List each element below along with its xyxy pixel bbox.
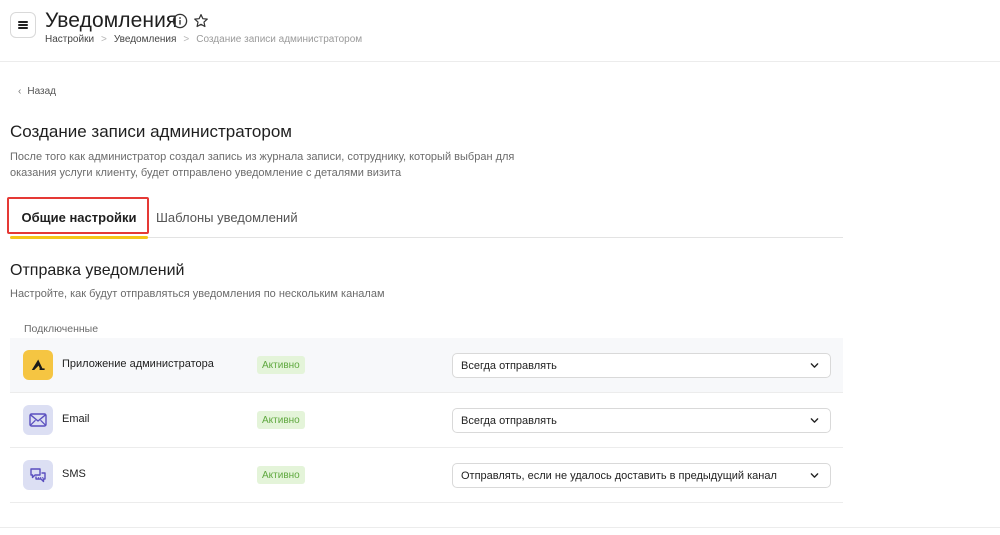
menu-button[interactable] (10, 12, 36, 38)
status-badge: Активно (257, 466, 305, 484)
section-description: После того как администратор создал запи… (10, 151, 515, 179)
star-icon[interactable] (193, 13, 209, 29)
breadcrumb-item-notifications[interactable]: Уведомления (114, 34, 177, 45)
status-badge: Активно (257, 356, 305, 374)
channel-name: SMS (62, 468, 86, 480)
info-icon[interactable] (172, 13, 188, 29)
breadcrumb-item-settings[interactable]: Настройки (45, 34, 94, 45)
select-value: Всегда отправлять (461, 414, 557, 427)
chevron-down-icon (810, 363, 819, 368)
send-mode-select[interactable]: Отправлять, если не удалось доставить в … (452, 463, 831, 488)
channel-name: Приложение администратора (62, 358, 214, 370)
sending-title: Отправка уведомлений (10, 262, 185, 279)
hamburger-icon (18, 21, 28, 29)
section-title: Создание записи администратором (10, 122, 292, 141)
breadcrumb-separator-icon: > (101, 34, 107, 45)
breadcrumb-separator-icon: > (183, 34, 190, 45)
send-mode-select[interactable]: Всегда отправлять (452, 353, 831, 378)
select-value: Всегда отправлять (461, 359, 557, 372)
channel-row-sms: SMS Активно Отправлять, если не удалось … (10, 448, 843, 503)
envelope-icon (23, 405, 53, 435)
channel-list: Приложение администратора Активно Всегда… (10, 338, 843, 503)
connected-label: Подключенные (24, 323, 99, 335)
breadcrumb: Настройки > Уведомления > Создание запис… (45, 34, 362, 45)
tab-general-settings[interactable]: Общие настройки (10, 198, 148, 239)
tab-label: Шаблоны уведомлений (156, 210, 298, 225)
page-header: Уведомления Настройки > Уведомления > Со… (0, 0, 1000, 62)
tab-label: Общие настройки (21, 210, 137, 225)
tabs: Общие настройки Шаблоны уведомлений (7, 197, 843, 239)
sending-description: Настройте, как будут отправляться уведом… (10, 288, 385, 300)
channel-row-admin-app: Приложение администратора Активно Всегда… (10, 338, 843, 393)
select-value: Отправлять, если не удалось доставить в … (461, 469, 777, 482)
chevron-left-icon: ‹ (18, 86, 22, 97)
breadcrumb-item-current: Создание записи администратором (196, 34, 363, 45)
back-label: Назад (27, 86, 56, 97)
tab-notification-templates[interactable]: Шаблоны уведомлений (156, 198, 298, 237)
chevron-down-icon (810, 418, 819, 423)
divider (0, 527, 1000, 528)
chevron-down-icon (810, 473, 819, 478)
page-title: Уведомления (45, 9, 178, 32)
channel-row-email: Email Активно Всегда отправлять (10, 393, 843, 448)
back-link[interactable]: ‹ Назад (18, 86, 56, 97)
status-badge: Активно (257, 411, 305, 429)
chat-bubbles-icon (23, 460, 53, 490)
channel-name: Email (62, 413, 90, 425)
send-mode-select[interactable]: Всегда отправлять (452, 408, 831, 433)
admin-app-icon (23, 350, 53, 380)
